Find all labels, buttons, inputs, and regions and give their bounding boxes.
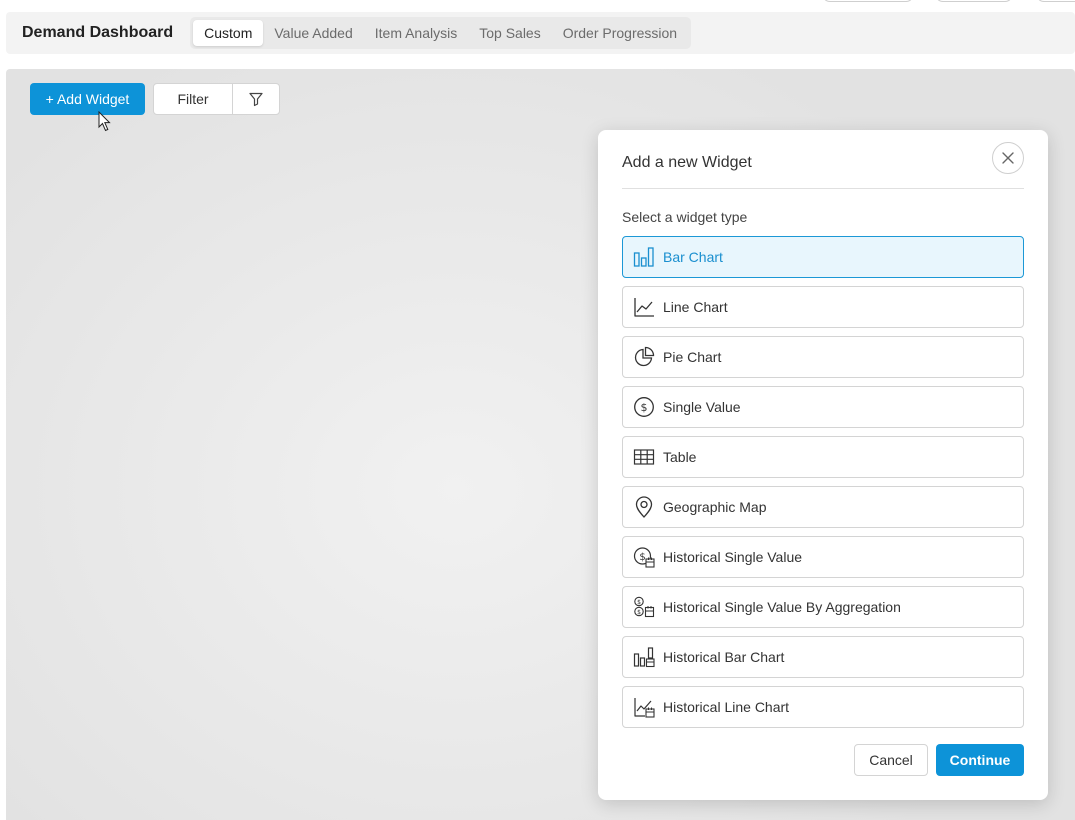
continue-button[interactable]: Continue <box>936 744 1024 776</box>
widget-option-table[interactable]: Table <box>622 436 1024 478</box>
pie-chart-icon <box>634 346 655 367</box>
historical-line-chart-icon <box>634 698 655 718</box>
dollar-circle-icon: $ <box>634 397 654 417</box>
tab-item-analysis[interactable]: Item Analysis <box>364 20 468 46</box>
map-pin-icon <box>635 496 653 518</box>
widget-option-label: Table <box>663 449 697 465</box>
widget-option-geographic-map[interactable]: Geographic Map <box>622 486 1024 528</box>
top-control[interactable] <box>822 0 914 2</box>
filter-icon-button[interactable] <box>233 84 279 114</box>
tab-value-added[interactable]: Value Added <box>263 20 363 46</box>
filter-button[interactable]: Filter <box>154 84 233 114</box>
tab-top-sales[interactable]: Top Sales <box>468 20 551 46</box>
svg-text:$: $ <box>637 609 641 616</box>
add-widget-modal: Add a new Widget Select a widget type Ba… <box>598 130 1048 800</box>
widget-option-pie-chart[interactable]: Pie Chart <box>622 336 1024 378</box>
dashboard-header: Demand Dashboard Custom Value Added Item… <box>6 12 1075 54</box>
table-icon <box>633 449 655 465</box>
svg-text:$: $ <box>637 599 641 606</box>
widget-option-single-value[interactable]: $ Single Value <box>622 386 1024 428</box>
historical-aggregation-icon: $ $ <box>634 596 655 618</box>
top-control[interactable] <box>1036 0 1075 2</box>
historical-bar-chart-icon <box>633 647 655 668</box>
widget-option-historical-single-value[interactable]: $ Historical Single Value <box>622 536 1024 578</box>
historical-dollar-icon: $ <box>633 547 655 568</box>
dashboard-title: Demand Dashboard <box>22 24 174 41</box>
modal-title: Add a new Widget <box>622 154 752 171</box>
widget-option-label: Bar Chart <box>663 249 723 265</box>
widget-option-historical-bar-chart[interactable]: Historical Bar Chart <box>622 636 1024 678</box>
bar-chart-icon <box>633 247 654 267</box>
dashboard-tabs: Custom Value Added Item Analysis Top Sal… <box>190 17 692 49</box>
widget-option-historical-single-value-by-aggregation[interactable]: $ $ Historical Single Value By Aggregati… <box>622 586 1024 628</box>
line-chart-icon <box>634 298 654 317</box>
top-control[interactable] <box>935 0 1013 2</box>
widget-option-line-chart[interactable]: Line Chart <box>622 286 1024 328</box>
widget-option-label: Pie Chart <box>663 349 722 365</box>
tab-custom[interactable]: Custom <box>193 20 264 46</box>
widget-option-label: Historical Single Value By Aggregation <box>663 599 901 615</box>
close-icon <box>1002 152 1014 164</box>
svg-text:$: $ <box>639 552 645 563</box>
tab-order-progression[interactable]: Order Progression <box>552 20 688 46</box>
cancel-button[interactable]: Cancel <box>854 744 928 776</box>
modal-close-button[interactable] <box>992 142 1024 174</box>
select-widget-type-label: Select a widget type <box>622 209 748 225</box>
svg-text:$: $ <box>641 401 648 414</box>
widget-option-bar-chart[interactable]: Bar Chart <box>622 236 1024 278</box>
widget-option-historical-line-chart[interactable]: Historical Line Chart <box>622 686 1024 728</box>
widget-option-label: Line Chart <box>663 299 728 315</box>
widget-option-label: Historical Single Value <box>663 549 803 565</box>
widget-type-list: Bar Chart Line Chart Pie Chart $ Single … <box>622 236 1024 736</box>
modal-divider <box>622 188 1024 189</box>
widget-option-label: Historical Bar Chart <box>663 649 785 665</box>
mouse-cursor-icon <box>98 111 111 132</box>
widget-option-label: Single Value <box>663 399 741 415</box>
filter-group: Filter <box>153 83 280 115</box>
add-widget-button[interactable]: + Add Widget <box>30 83 145 115</box>
funnel-icon <box>249 92 263 107</box>
widget-option-label: Geographic Map <box>663 499 767 515</box>
widget-option-label: Historical Line Chart <box>663 699 790 715</box>
